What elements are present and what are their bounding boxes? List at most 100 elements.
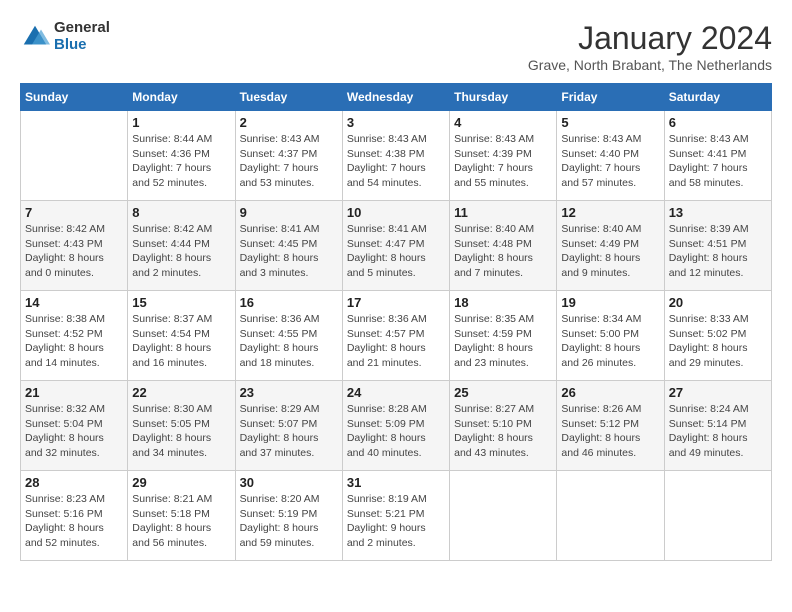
- day-number: 3: [347, 115, 445, 130]
- day-number: 10: [347, 205, 445, 220]
- day-cell: [21, 111, 128, 201]
- day-cell: 29 Sunrise: 8:21 AM Sunset: 5:18 PM Dayli…: [128, 471, 235, 561]
- day-cell: 25 Sunrise: 8:27 AM Sunset: 5:10 PM Dayli…: [450, 381, 557, 471]
- day-info: Sunrise: 8:33 AM Sunset: 5:02 PM Dayligh…: [669, 312, 767, 371]
- title-block: January 2024 Grave, North Brabant, The N…: [528, 20, 772, 73]
- day-info: Sunrise: 8:32 AM Sunset: 5:04 PM Dayligh…: [25, 402, 123, 461]
- day-cell: 16 Sunrise: 8:36 AM Sunset: 4:55 PM Dayli…: [235, 291, 342, 381]
- day-number: 21: [25, 385, 123, 400]
- day-info: Sunrise: 8:19 AM Sunset: 5:21 PM Dayligh…: [347, 492, 445, 551]
- day-info: Sunrise: 8:43 AM Sunset: 4:39 PM Dayligh…: [454, 132, 552, 191]
- day-info: Sunrise: 8:38 AM Sunset: 4:52 PM Dayligh…: [25, 312, 123, 371]
- logo-blue: Blue: [54, 37, 110, 54]
- day-cell: 11Sunrise: 8:40 AM Sunset: 4:48 PM Dayli…: [450, 201, 557, 291]
- day-cell: 10 Sunrise: 8:41 AM Sunset: 4:47 PM Dayli…: [342, 201, 449, 291]
- day-info: Sunrise: 8:36 AM Sunset: 4:55 PM Dayligh…: [240, 312, 338, 371]
- day-number: 16: [240, 295, 338, 310]
- day-cell: [450, 471, 557, 561]
- day-cell: 27 Sunrise: 8:24 AM Sunset: 5:14 PM Dayli…: [664, 381, 771, 471]
- day-info: Sunrise: 8:34 AM Sunset: 5:00 PM Dayligh…: [561, 312, 659, 371]
- day-cell: 30Sunrise: 8:20 AM Sunset: 5:19 PM Dayli…: [235, 471, 342, 561]
- day-number: 31: [347, 475, 445, 490]
- day-number: 13: [669, 205, 767, 220]
- day-number: 22: [132, 385, 230, 400]
- day-cell: 28 Sunrise: 8:23 AM Sunset: 5:16 PM Dayli…: [21, 471, 128, 561]
- day-info: Sunrise: 8:21 AM Sunset: 5:18 PM Dayligh…: [132, 492, 230, 551]
- day-number: 29: [132, 475, 230, 490]
- day-info: Sunrise: 8:44 AM Sunset: 4:36 PM Dayligh…: [132, 132, 230, 191]
- day-number: 4: [454, 115, 552, 130]
- month-year-title: January 2024: [528, 20, 772, 57]
- day-number: 30: [240, 475, 338, 490]
- week-row-1: 1Sunrise: 8:44 AM Sunset: 4:36 PM Daylig…: [21, 111, 772, 201]
- day-info: Sunrise: 8:27 AM Sunset: 5:10 PM Dayligh…: [454, 402, 552, 461]
- day-cell: 17 Sunrise: 8:36 AM Sunset: 4:57 PM Dayli…: [342, 291, 449, 381]
- header-tuesday: Tuesday: [235, 84, 342, 111]
- day-info: Sunrise: 8:23 AM Sunset: 5:16 PM Dayligh…: [25, 492, 123, 551]
- day-cell: 15 Sunrise: 8:37 AM Sunset: 4:54 PM Dayli…: [128, 291, 235, 381]
- day-number: 24: [347, 385, 445, 400]
- day-cell: 23 Sunrise: 8:29 AM Sunset: 5:07 PM Dayli…: [235, 381, 342, 471]
- day-number: 12: [561, 205, 659, 220]
- day-cell: 20 Sunrise: 8:33 AM Sunset: 5:02 PM Dayli…: [664, 291, 771, 381]
- day-info: Sunrise: 8:37 AM Sunset: 4:54 PM Dayligh…: [132, 312, 230, 371]
- day-number: 14: [25, 295, 123, 310]
- day-info: Sunrise: 8:41 AM Sunset: 4:47 PM Dayligh…: [347, 222, 445, 281]
- day-cell: 8Sunrise: 8:42 AM Sunset: 4:44 PM Daylig…: [128, 201, 235, 291]
- day-info: Sunrise: 8:35 AM Sunset: 4:59 PM Dayligh…: [454, 312, 552, 371]
- day-number: 2: [240, 115, 338, 130]
- week-row-3: 14 Sunrise: 8:38 AM Sunset: 4:52 PM Dayli…: [21, 291, 772, 381]
- day-number: 6: [669, 115, 767, 130]
- day-cell: 18 Sunrise: 8:35 AM Sunset: 4:59 PM Dayli…: [450, 291, 557, 381]
- day-number: 15: [132, 295, 230, 310]
- header-sunday: Sunday: [21, 84, 128, 111]
- day-cell: 1Sunrise: 8:44 AM Sunset: 4:36 PM Daylig…: [128, 111, 235, 201]
- day-cell: 13Sunrise: 8:39 AM Sunset: 4:51 PM Dayli…: [664, 201, 771, 291]
- day-cell: 21 Sunrise: 8:32 AM Sunset: 5:04 PM Dayli…: [21, 381, 128, 471]
- day-info: Sunrise: 8:24 AM Sunset: 5:14 PM Dayligh…: [669, 402, 767, 461]
- header-monday: Monday: [128, 84, 235, 111]
- day-number: 11: [454, 205, 552, 220]
- day-cell: 5 Sunrise: 8:43 AM Sunset: 4:40 PM Daylig…: [557, 111, 664, 201]
- day-info: Sunrise: 8:30 AM Sunset: 5:05 PM Dayligh…: [132, 402, 230, 461]
- day-info: Sunrise: 8:26 AM Sunset: 5:12 PM Dayligh…: [561, 402, 659, 461]
- day-number: 8: [132, 205, 230, 220]
- day-number: 9: [240, 205, 338, 220]
- day-number: 25: [454, 385, 552, 400]
- day-cell: 3 Sunrise: 8:43 AM Sunset: 4:38 PM Daylig…: [342, 111, 449, 201]
- day-number: 27: [669, 385, 767, 400]
- day-number: 23: [240, 385, 338, 400]
- day-cell: 12 Sunrise: 8:40 AM Sunset: 4:49 PM Dayli…: [557, 201, 664, 291]
- day-number: 26: [561, 385, 659, 400]
- day-info: Sunrise: 8:43 AM Sunset: 4:41 PM Dayligh…: [669, 132, 767, 191]
- day-number: 5: [561, 115, 659, 130]
- day-info: Sunrise: 8:42 AM Sunset: 4:43 PM Dayligh…: [25, 222, 123, 281]
- day-info: Sunrise: 8:43 AM Sunset: 4:40 PM Dayligh…: [561, 132, 659, 191]
- day-cell: [664, 471, 771, 561]
- calendar-table: SundayMondayTuesdayWednesdayThursdayFrid…: [20, 83, 772, 561]
- week-row-2: 7Sunrise: 8:42 AM Sunset: 4:43 PM Daylig…: [21, 201, 772, 291]
- day-cell: 2 Sunrise: 8:43 AM Sunset: 4:37 PM Daylig…: [235, 111, 342, 201]
- header-friday: Friday: [557, 84, 664, 111]
- week-row-5: 28 Sunrise: 8:23 AM Sunset: 5:16 PM Dayli…: [21, 471, 772, 561]
- day-info: Sunrise: 8:29 AM Sunset: 5:07 PM Dayligh…: [240, 402, 338, 461]
- logo-general: General: [54, 20, 110, 37]
- day-number: 18: [454, 295, 552, 310]
- day-number: 28: [25, 475, 123, 490]
- day-number: 17: [347, 295, 445, 310]
- week-row-4: 21 Sunrise: 8:32 AM Sunset: 5:04 PM Dayli…: [21, 381, 772, 471]
- page-header: General Blue January 2024 Grave, North B…: [20, 20, 772, 73]
- header-wednesday: Wednesday: [342, 84, 449, 111]
- day-number: 20: [669, 295, 767, 310]
- day-info: Sunrise: 8:43 AM Sunset: 4:38 PM Dayligh…: [347, 132, 445, 191]
- header-saturday: Saturday: [664, 84, 771, 111]
- logo-text: General Blue: [54, 20, 110, 53]
- day-cell: 9Sunrise: 8:41 AM Sunset: 4:45 PM Daylig…: [235, 201, 342, 291]
- day-info: Sunrise: 8:40 AM Sunset: 4:49 PM Dayligh…: [561, 222, 659, 281]
- day-info: Sunrise: 8:43 AM Sunset: 4:37 PM Dayligh…: [240, 132, 338, 191]
- calendar-header-row: SundayMondayTuesdayWednesdayThursdayFrid…: [21, 84, 772, 111]
- day-cell: 26 Sunrise: 8:26 AM Sunset: 5:12 PM Dayli…: [557, 381, 664, 471]
- day-info: Sunrise: 8:36 AM Sunset: 4:57 PM Dayligh…: [347, 312, 445, 371]
- day-cell: 22 Sunrise: 8:30 AM Sunset: 5:05 PM Dayli…: [128, 381, 235, 471]
- location-subtitle: Grave, North Brabant, The Netherlands: [528, 57, 772, 73]
